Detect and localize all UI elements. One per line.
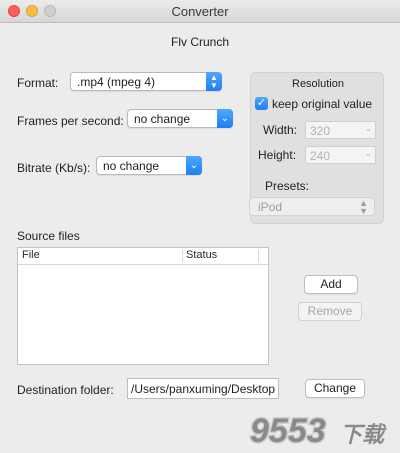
updown-chevron-icon: ▲ ▼	[206, 72, 222, 91]
site-watermark-logo: 9553 9553 下载	[248, 410, 398, 452]
column-header-file[interactable]: File	[22, 249, 40, 261]
svg-text:下载: 下载	[340, 422, 387, 447]
source-files-table[interactable]: File Status	[17, 247, 269, 365]
chevron-down-icon: ⌄	[364, 123, 372, 133]
height-field[interactable]: 240 ⌄	[305, 146, 376, 164]
fps-select[interactable]: no change ⌄	[127, 109, 233, 128]
column-header-status[interactable]: Status	[186, 249, 217, 261]
height-label: Height:	[258, 148, 297, 162]
chevron-down-icon: ⌄	[364, 148, 372, 158]
change-button[interactable]: Change	[305, 379, 365, 398]
svg-text:9553: 9553	[250, 412, 326, 450]
bitrate-select-value: no change	[103, 159, 160, 173]
chevron-down-icon: ⌄	[186, 156, 202, 175]
destination-path-value: /Users/panxuming/Desktop	[131, 382, 276, 396]
chevron-down-icon: ⌄	[217, 109, 233, 128]
fps-label: Frames per second:	[17, 114, 124, 128]
format-select[interactable]: .mp4 (mpeg 4) ▲ ▼	[70, 72, 222, 91]
format-label: Format:	[17, 76, 59, 90]
app-heading: Flv Crunch	[170, 35, 229, 49]
source-files-label: Source files	[17, 229, 80, 243]
resolution-title: Resolution	[292, 78, 344, 90]
updown-chevron-icon: ▲ ▼	[359, 197, 368, 216]
bitrate-label: Bitrate (Kb/s):	[17, 161, 91, 175]
bitrate-select[interactable]: no change ⌄	[96, 156, 202, 175]
fps-select-value: no change	[134, 112, 191, 126]
width-field[interactable]: 320 ⌄	[305, 121, 376, 139]
presets-select[interactable]: iPod ▲ ▼	[249, 197, 375, 216]
remove-button[interactable]: Remove	[298, 302, 362, 321]
presets-value: iPod	[258, 200, 283, 214]
keep-original-checkbox[interactable]: ✓	[255, 97, 268, 110]
presets-label: Presets:	[265, 179, 310, 193]
title-bar: Converter	[0, 0, 400, 23]
height-value: 240	[310, 149, 331, 163]
add-button[interactable]: Add	[304, 275, 358, 294]
column-divider	[258, 250, 259, 262]
width-value: 320	[310, 124, 331, 138]
format-select-value: .mp4 (mpeg 4)	[77, 75, 156, 89]
keep-original-label: keep original value	[272, 97, 373, 111]
column-divider	[182, 250, 183, 262]
destination-label: Destination folder:	[17, 383, 114, 397]
window-title: Converter	[171, 4, 229, 19]
width-label: Width:	[263, 123, 298, 137]
destination-path-field[interactable]: /Users/panxuming/Desktop	[127, 378, 279, 399]
table-header: File Status	[18, 248, 268, 265]
resolution-panel: Resolution ✓ keep original value Width: …	[249, 72, 384, 224]
